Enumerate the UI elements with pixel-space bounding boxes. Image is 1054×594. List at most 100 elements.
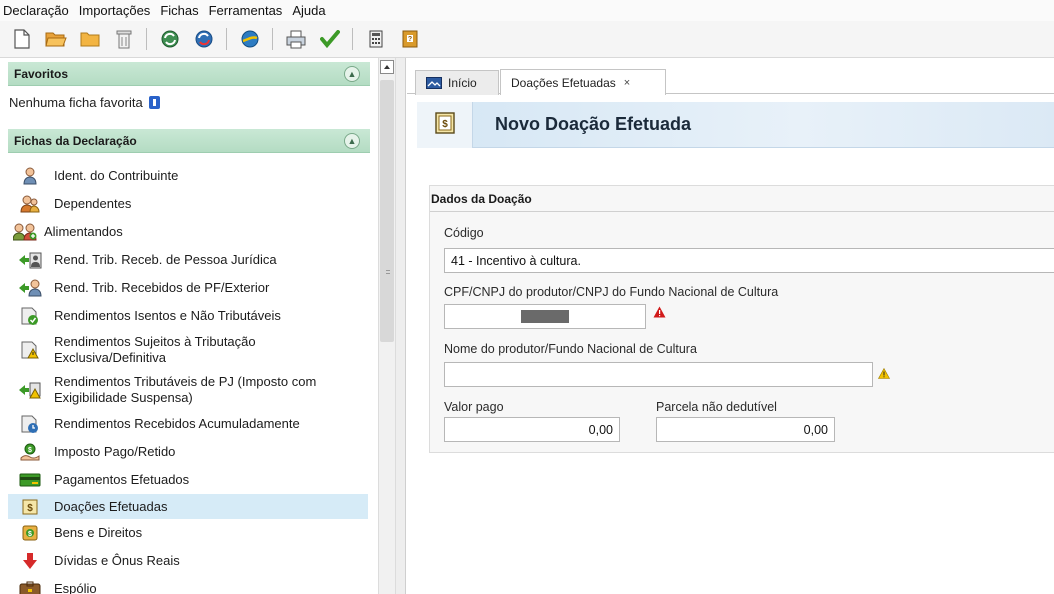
sync-icon[interactable] [158,28,181,51]
redacted-block [521,310,569,323]
sidebar-item-label: Dívidas e Ônus Reais [54,553,180,568]
sidebar-item-rend-pf[interactable]: Rend. Trib. Recebidos de PF/Exterior [8,274,368,302]
main-content: Início Doações Efetuadas × $ Novo Doação… [407,58,1054,594]
collapse-favorites-icon[interactable]: ▲ [344,66,360,82]
warning-icon [877,367,891,382]
sync-alt-icon[interactable] [192,28,215,51]
menu-bar: Declaração Importações Fichas Ferramenta… [0,0,1054,21]
tab-inicio[interactable]: Início [415,70,499,95]
menu-ferramentas[interactable]: Ferramentas [204,3,288,18]
favorites-empty: Nenhuma ficha favorita [9,95,160,110]
suspended-income-icon [8,381,52,399]
new-file-icon[interactable] [10,28,33,51]
sidebar-item-ident-contribuinte[interactable]: Ident. do Contribuinte [8,162,368,190]
sidebar-item-rend-suspensa[interactable]: Rendimentos Tributáveis de PJ (Imposto c… [8,369,368,410]
sidebar-item-label: Rendimentos Sujeitos à Tributação Exclus… [54,333,256,365]
menu-importacoes[interactable]: Importações [74,3,156,18]
error-icon [653,306,666,321]
sidebar-item-label: Espólio [54,581,97,594]
svg-text:$: $ [28,531,32,538]
sidebar-item-label: Imposto Pago/Retido [54,444,176,459]
codigo-select[interactable]: 41 - Incentivo à cultura. [444,248,1054,273]
toolbar-separator [272,28,273,50]
codigo-label: Código [444,226,484,240]
cpf-cnpj-field[interactable] [444,304,646,329]
toolbar: ? [0,21,1054,58]
donation-form-panel: Dados da Doação Código 41 - Incentivo à … [429,185,1054,453]
menu-ajuda[interactable]: Ajuda [287,3,330,18]
estate-icon [8,581,52,594]
title-icon-box: $ [417,101,473,148]
sidebar-item-rend-pj[interactable]: Rend. Trib. Receb. de Pessoa Jurídica [8,246,368,274]
nome-field[interactable] [444,362,873,387]
tab-label: Início [448,76,477,90]
person-icon [8,167,52,185]
parcela-label: Parcela não dedutível [656,400,777,414]
sidebar-item-imposto-pago[interactable]: $ Imposto Pago/Retido [8,438,368,466]
tax-paid-icon: $ [8,443,52,461]
svg-text:$: $ [28,447,32,454]
assets-icon: $ [8,525,52,541]
sidebar-item-dividas[interactable]: Dívidas e Ônus Reais [8,547,368,575]
sidebar-item-espolio[interactable]: Espólio [8,575,368,594]
open-folder-icon[interactable] [44,28,67,51]
tab-bar: Início Doações Efetuadas × [407,66,1054,95]
folder-icon[interactable] [78,28,101,51]
sidebar-scrollbar[interactable] [378,58,396,594]
sidebar-item-label: Rendimentos Isentos e Não Tributáveis [54,308,281,323]
help-book-icon[interactable]: ? [398,28,421,51]
sidebar-item-rend-exclusiva[interactable]: Rendimentos Sujeitos à Tributação Exclus… [8,330,368,369]
favorites-header-label: Favoritos [14,66,69,81]
svg-text:$: $ [27,503,33,514]
sidebar-item-rend-acumulados[interactable]: Rendimentos Recebidos Acumuladamente [8,410,368,438]
collapse-fichas-icon[interactable]: ▲ [344,133,360,149]
codigo-value: 41 - Incentivo à cultura. [451,253,581,268]
print-icon[interactable] [284,28,307,51]
transmit-icon[interactable] [238,28,261,51]
sidebar-item-label: Rend. Trib. Receb. de Pessoa Jurídica [54,252,277,267]
income-pj-icon [8,251,52,269]
page-title: Novo Doação Efetuada [495,114,692,134]
check-icon[interactable] [318,28,341,51]
scroll-up-arrow-icon[interactable] [380,60,394,74]
alimentandos-icon [8,223,42,241]
sidebar-item-alimentandos[interactable]: Alimentandos [8,218,368,246]
nome-label: Nome do produtor/Fundo Nacional de Cultu… [444,342,697,356]
panel-splitter[interactable] [396,58,406,594]
favorites-header[interactable]: Favoritos ▲ [8,62,370,86]
ficha-list: Ident. do Contribuinte Dependentes Alime… [8,162,368,594]
sidebar-item-label: Doações Efetuadas [54,498,168,514]
fichas-header-label: Fichas da Declaração [14,133,137,148]
sidebar: Favoritos ▲ Nenhuma ficha favorita Ficha… [0,58,371,594]
menu-fichas[interactable]: Fichas [155,3,203,18]
menu-declaracao[interactable]: Declaração [0,3,74,18]
sidebar-item-bens[interactable]: $ Bens e Direitos [8,519,368,547]
donation-money-icon: $ [434,112,455,137]
favorites-empty-label: Nenhuma ficha favorita [9,95,143,110]
sidebar-item-doacoes[interactable]: $ Doações Efetuadas [8,494,368,519]
sidebar-item-dependentes[interactable]: Dependentes [8,190,368,218]
trash-icon[interactable] [112,28,135,51]
close-tab-icon[interactable]: × [624,77,630,89]
exempt-income-icon [8,307,52,325]
sidebar-item-label: Rend. Trib. Recebidos de PF/Exterior [54,280,270,295]
exclusive-income-icon [8,341,52,359]
home-icon [426,77,442,89]
scrollbar-thumb[interactable] [380,80,394,342]
sidebar-item-label: Pagamentos Efetuados [54,472,190,487]
sidebar-item-pagamentos[interactable]: Pagamentos Efetuados [8,466,368,494]
sidebar-item-label: Rendimentos Recebidos Acumuladamente [54,416,300,431]
calculator-icon[interactable] [364,28,387,51]
valor-pago-field[interactable]: 0,00 [444,417,620,442]
parcela-field[interactable]: 0,00 [656,417,835,442]
donations-icon: $ [8,499,52,515]
toolbar-separator [352,28,353,50]
payments-icon [8,472,52,488]
debts-icon [8,552,52,570]
fichas-header[interactable]: Fichas da Declaração ▲ [8,129,370,153]
sidebar-item-rend-isentos[interactable]: Rendimentos Isentos e Não Tributáveis [8,302,368,330]
dependents-icon [8,195,52,213]
tab-doacoes-efetuadas[interactable]: Doações Efetuadas × [500,69,666,95]
scrollbar-grip-icon [386,270,390,274]
sidebar-item-label: Alimentandos [44,224,123,239]
